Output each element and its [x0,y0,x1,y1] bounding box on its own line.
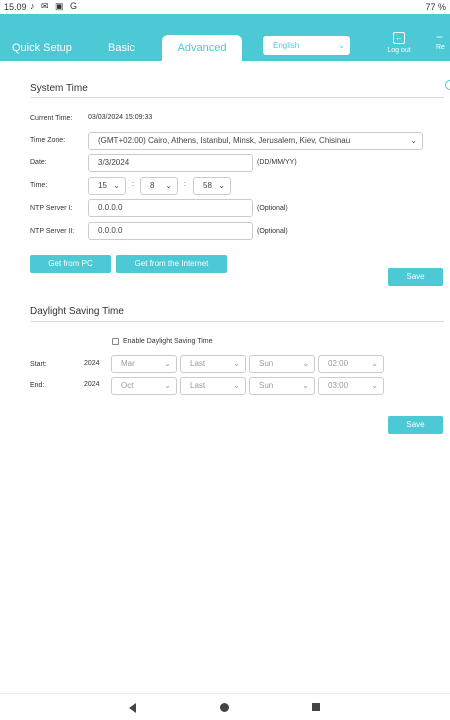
save-button[interactable]: Save [388,268,443,286]
language-select[interactable]: English ⌄ [263,36,350,55]
chevron-down-icon: ⌄ [410,136,417,145]
ntp-server-2-label: NTP Server II: [30,228,75,235]
reboot-icon: − [436,30,444,44]
tab-quick-setup[interactable]: Quick Setup [12,42,72,54]
top-nav: Quick Setup Basic Advanced English ⌄ ← L… [0,14,450,61]
logout-label: Log out [387,47,411,54]
battery-indicator: 77 % [425,2,446,12]
enable-dst-label: Enable Daylight Saving Time [123,338,213,345]
status-bar: 15.09 ♪ ✉ ▣ G 77 % [0,0,450,14]
reboot-button[interactable]: − Re [436,30,450,52]
logout-button[interactable]: ← Log out [384,31,414,57]
chevron-down-icon: ⌄ [338,41,345,50]
get-from-pc-button[interactable]: Get from PC [30,255,111,273]
dst-divider [30,321,444,322]
chevron-down-icon: ⌄ [164,381,171,390]
dst-end-week-select[interactable]: Last ⌄ [180,377,246,395]
dst-end-month-select[interactable]: Oct ⌄ [111,377,177,395]
dst-end-week-value: Last [190,381,206,390]
second-select[interactable]: 58 ⌄ [193,177,231,195]
optional-hint: (Optional) [257,205,288,212]
tab-advanced[interactable]: Advanced [162,35,242,61]
time-label: Time: [30,182,48,189]
hour-value: 15 [98,181,107,190]
help-icon[interactable] [445,80,450,90]
chevron-down-icon: ⌄ [371,381,378,390]
dst-end-time-value: 03:00 [328,381,349,390]
current-time-value: 03/03/2024 15:09:33 [88,114,153,121]
ntp-server-1-input[interactable]: 0.0.0.0 [88,199,253,217]
dst-save-button[interactable]: Save [388,416,443,434]
notification-icons: ♪ ✉ ▣ G [30,1,80,11]
dst-end-day-select[interactable]: Sun ⌄ [249,377,315,395]
time-separator: : [184,181,186,188]
dst-start-month-select[interactable]: Mar ⌄ [111,355,177,373]
hour-select[interactable]: 15 ⌄ [88,177,126,195]
dst-end-time-select[interactable]: 03:00 ⌄ [318,377,384,395]
recent-apps-icon[interactable] [312,703,320,711]
chevron-down-icon: ⌄ [233,381,240,390]
system-time-title: System Time [30,83,88,94]
dst-start-month-value: Mar [121,359,135,368]
time-separator: : [132,181,134,188]
time-zone-label: Time Zone: [30,137,66,144]
tab-basic[interactable]: Basic [108,42,135,54]
chevron-down-icon: ⌄ [302,381,309,390]
dst-title: Daylight Saving Time [30,306,124,317]
chevron-down-icon: ⌄ [113,181,120,190]
chevron-down-icon: ⌄ [371,359,378,368]
logout-icon: ← [393,32,405,44]
chevron-down-icon: ⌄ [302,359,309,368]
time-zone-value: (GMT+02:00) Cairo, Athens, Istanbul, Min… [98,136,351,145]
date-format-hint: (DD/MM/YY) [257,159,297,166]
back-icon[interactable] [129,703,136,713]
dst-start-week-value: Last [190,359,206,368]
reboot-label: Re [436,44,445,51]
language-value: English [273,41,300,50]
dst-start-day-value: Sun [259,359,274,368]
dst-end-year: 2024 [84,381,100,388]
optional-hint: (Optional) [257,228,288,235]
dst-end-month-value: Oct [121,381,134,390]
date-input[interactable]: 3/3/2024 [88,154,253,172]
date-label: Date: [30,159,47,166]
enable-dst-checkbox[interactable] [112,338,119,345]
dst-start-year: 2024 [84,360,100,367]
chevron-down-icon: ⌄ [164,359,171,368]
dst-end-day-value: Sun [259,381,274,390]
clock: 15.09 [4,2,27,12]
dst-start-time-select[interactable]: 02:00 ⌄ [318,355,384,373]
dst-start-label: Start: [30,361,47,368]
current-time-label: Current Time: [30,115,73,122]
chevron-down-icon: ⌄ [218,181,225,190]
minute-select[interactable]: 8 ⌄ [140,177,178,195]
chevron-down-icon: ⌄ [233,359,240,368]
ntp-server-1-label: NTP Server I: [30,205,73,212]
minute-value: 8 [150,181,155,190]
dst-end-label: End: [30,382,45,389]
ntp-server-2-input[interactable]: 0.0.0.0 [88,222,253,240]
system-nav-bar [0,693,450,720]
system-time-divider [30,97,444,98]
chevron-down-icon: ⌄ [165,181,172,190]
dst-start-week-select[interactable]: Last ⌄ [180,355,246,373]
get-from-internet-button[interactable]: Get from the Internet [116,255,227,273]
home-icon[interactable] [220,703,229,712]
second-value: 58 [203,181,212,190]
dst-start-time-value: 02:00 [328,359,349,368]
dst-start-day-select[interactable]: Sun ⌄ [249,355,315,373]
time-zone-select[interactable]: (GMT+02:00) Cairo, Athens, Istanbul, Min… [88,132,423,150]
